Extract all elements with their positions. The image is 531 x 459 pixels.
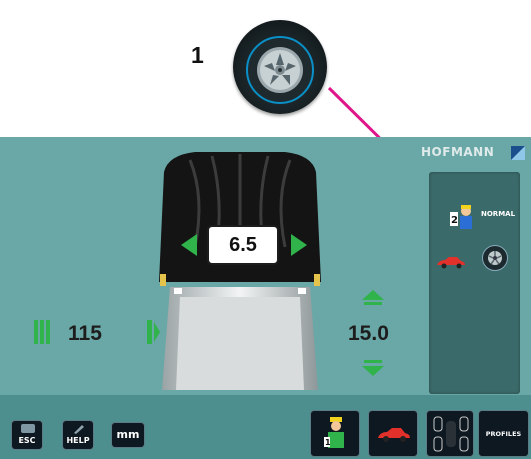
- unit-label: mm: [116, 428, 140, 441]
- diameter-increase-arrow[interactable]: [360, 288, 386, 308]
- pencil-icon: [74, 425, 84, 434]
- brand-logo: HOFMANN: [421, 144, 525, 164]
- vehicle-button[interactable]: [368, 410, 418, 457]
- svg-text:1: 1: [325, 438, 331, 447]
- rim-width-value: 6.5: [229, 233, 257, 256]
- vehicle-type-icon[interactable]: [436, 255, 466, 269]
- help-button[interactable]: HELP: [62, 420, 94, 450]
- callout-number: 1: [191, 42, 204, 68]
- esc-button[interactable]: ESC: [11, 420, 43, 450]
- tire-diagram: [159, 152, 321, 390]
- wheel-mode-icon-enlarged: [233, 20, 327, 114]
- brand-mark-icon: [511, 146, 525, 160]
- car-icon: [378, 428, 410, 442]
- profiles-label: PROFILES: [485, 430, 522, 438]
- rim-diameter-value[interactable]: 15.0: [348, 322, 389, 346]
- width-increase-arrow[interactable]: [291, 234, 307, 256]
- svg-text:2: 2: [451, 215, 458, 226]
- width-decrease-arrow[interactable]: [181, 234, 197, 256]
- diameter-decrease-arrow[interactable]: [360, 358, 386, 378]
- unit-mm-button[interactable]: mm: [111, 422, 145, 448]
- help-label: HELP: [66, 436, 90, 445]
- tire-view-button[interactable]: [426, 410, 474, 457]
- rim-distance-value[interactable]: 115: [68, 322, 102, 346]
- brand-name: HOFMANN: [421, 145, 495, 159]
- esc-label: ESC: [18, 436, 36, 445]
- wheel-mode-icon[interactable]: [482, 245, 508, 271]
- operator-profile-icon[interactable]: 2: [450, 203, 476, 233]
- offset-decrease-icon[interactable]: [34, 318, 54, 346]
- profiles-button[interactable]: PROFILES: [478, 410, 529, 457]
- balancing-mode-label: NORMAL: [481, 210, 516, 218]
- esc-icon: [21, 424, 35, 433]
- tires-icon: [433, 416, 469, 452]
- operator-button[interactable]: 1: [310, 410, 360, 457]
- rim-width-field[interactable]: 6.5: [207, 225, 279, 265]
- operator-icon: 1: [324, 417, 344, 448]
- offset-increase-icon[interactable]: [147, 318, 161, 346]
